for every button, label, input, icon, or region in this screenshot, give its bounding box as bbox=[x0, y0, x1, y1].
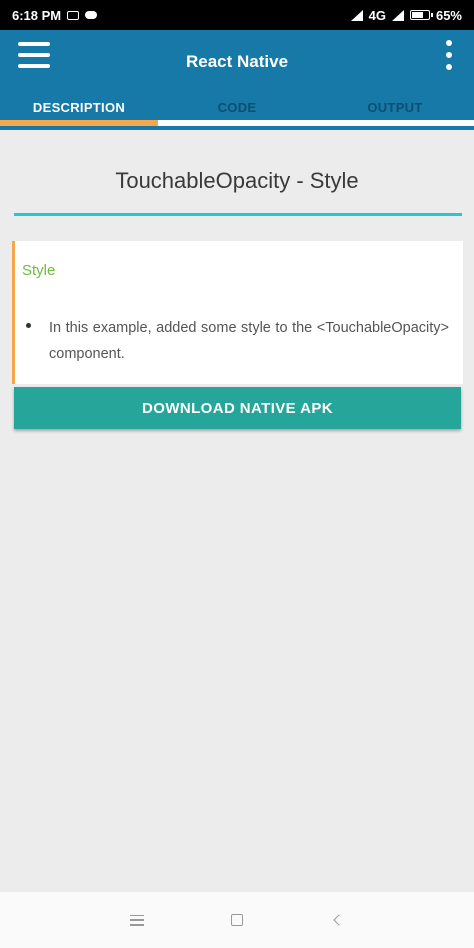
tab-description[interactable]: DESCRIPTION bbox=[0, 96, 158, 120]
recents-icon[interactable] bbox=[122, 905, 152, 935]
heading-divider bbox=[14, 213, 462, 216]
tab-code[interactable]: CODE bbox=[158, 96, 316, 120]
download-apk-button[interactable]: DOWNLOAD NATIVE APK bbox=[14, 387, 461, 429]
home-icon[interactable] bbox=[222, 905, 252, 935]
status-bar: 6:18 PM 4G 65% bbox=[0, 0, 474, 30]
notification-box-icon bbox=[67, 10, 80, 20]
list-item: In this example, added some style to the… bbox=[23, 315, 449, 367]
status-time: 6:18 PM bbox=[12, 7, 62, 23]
tab-output[interactable]: OUTPUT bbox=[316, 96, 474, 120]
network-type: 4G bbox=[368, 7, 386, 23]
page-title: TouchableOpacity - Style bbox=[115, 168, 359, 193]
signal-2-icon bbox=[391, 9, 404, 21]
list-item-text: In this example, added some style to the… bbox=[49, 320, 449, 362]
cloud-icon bbox=[85, 11, 98, 19]
battery-level: 65% bbox=[435, 7, 462, 23]
tab-bar-bottom-strip bbox=[0, 126, 474, 130]
status-right: 4G 65% bbox=[350, 7, 462, 23]
card-list: In this example, added some style to the… bbox=[23, 315, 449, 367]
system-nav-bar bbox=[0, 892, 474, 948]
more-vertical-icon[interactable] bbox=[444, 40, 454, 70]
battery-icon bbox=[409, 10, 433, 20]
tab-bar: DESCRIPTION CODE OUTPUT bbox=[0, 96, 474, 120]
app-title: React Native bbox=[185, 52, 289, 71]
bullet-icon bbox=[26, 323, 31, 328]
back-icon[interactable] bbox=[322, 905, 352, 935]
description-card: Style In this example, added some style … bbox=[12, 241, 463, 384]
card-title: Style bbox=[22, 262, 56, 279]
app-bar: React Native bbox=[0, 30, 474, 96]
signal-icon bbox=[350, 9, 363, 21]
status-left: 6:18 PM bbox=[12, 7, 98, 23]
